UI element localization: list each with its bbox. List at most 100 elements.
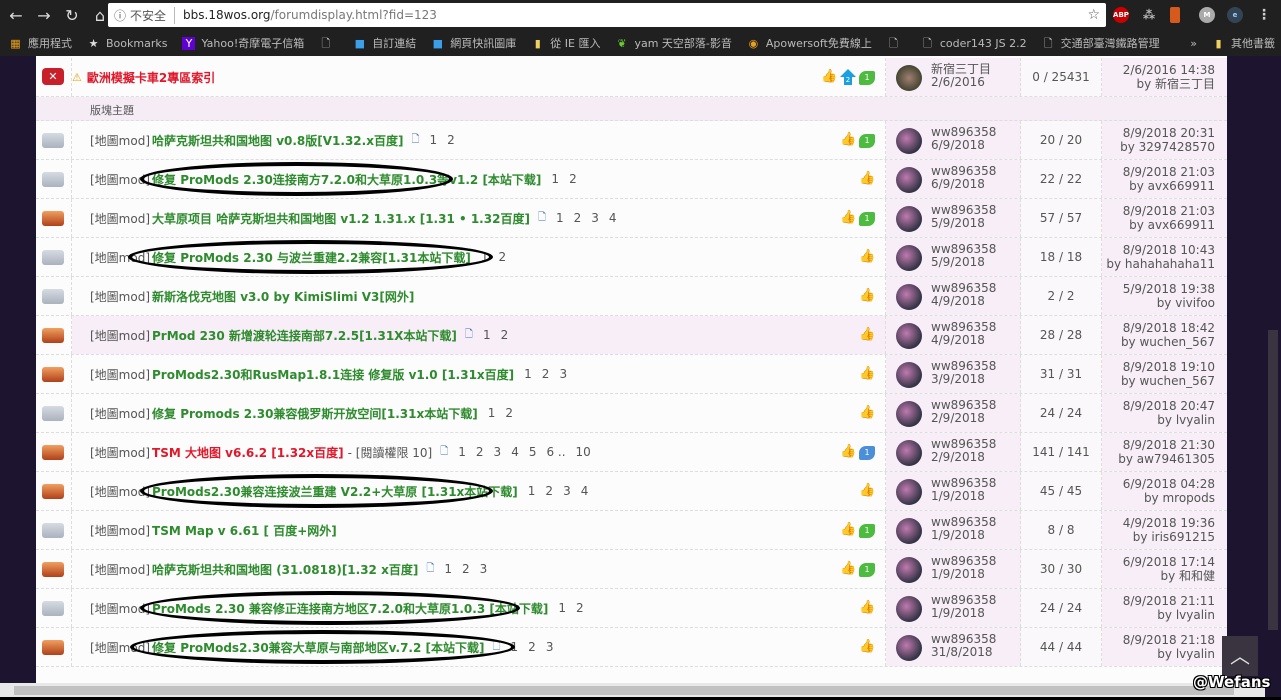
bookmark-item[interactable]: 🗋 bbox=[887, 37, 906, 50]
last-post-time[interactable]: 8/9/2018 21:03 bbox=[1102, 165, 1215, 179]
last-post-by[interactable]: by avx669911 bbox=[1102, 179, 1215, 193]
page-link[interactable]: 1 bbox=[483, 328, 491, 342]
avatar[interactable] bbox=[896, 245, 922, 271]
bookmark-item[interactable]: 🗋 bbox=[319, 37, 338, 50]
info-icon[interactable]: ⓘ bbox=[114, 7, 126, 24]
page-link[interactable]: 2 bbox=[528, 640, 536, 654]
thread-prefix[interactable]: [地圖mod] bbox=[90, 132, 150, 149]
thread-row[interactable]: [地圖mod] 新斯洛伐克地图 v3.0 by KimiSlimi V3[网外] 👍… bbox=[36, 277, 1227, 316]
last-post-by[interactable]: by hahahahaha11 bbox=[1102, 257, 1215, 271]
last-post-by[interactable]: by lvyalin bbox=[1102, 647, 1215, 661]
page-link[interactable]: 2 bbox=[545, 484, 553, 498]
last-post-by[interactable]: by wuchen_567 bbox=[1102, 374, 1215, 388]
avatar[interactable] bbox=[896, 479, 922, 505]
page-link[interactable]: 3 bbox=[494, 445, 502, 459]
dropbox-icon[interactable]: ⁂ bbox=[1141, 7, 1157, 23]
page-link[interactable]: 1 bbox=[444, 562, 452, 576]
bookmark-item[interactable]: Y Yahoo!奇摩電子信箱 bbox=[182, 35, 304, 51]
bookmark-item[interactable]: 🗋 交通部臺灣鐵路管理 bbox=[1042, 35, 1160, 51]
thread-row[interactable]: [地圖mod] 修复 ProMods 2.30 与波兰重建2.2兼容[1.31本站… bbox=[36, 238, 1227, 277]
other-bookmarks-folder[interactable]: ▮ 其他書籤 bbox=[1212, 35, 1275, 51]
back-icon[interactable]: ← bbox=[4, 6, 28, 25]
avatar[interactable] bbox=[896, 65, 922, 91]
last-post-by[interactable]: by avx669911 bbox=[1102, 218, 1215, 232]
last-post-by[interactable]: by 新宿三丁目 bbox=[1102, 77, 1215, 91]
thread-row[interactable]: [地圖mod] ProMods2.30兼容连接波兰重建 V2.2+大草原 [1.3… bbox=[36, 472, 1227, 511]
avatar[interactable] bbox=[896, 206, 922, 232]
avatar[interactable] bbox=[896, 401, 922, 427]
thread-prefix[interactable]: [地圖mod] bbox=[90, 249, 150, 266]
last-post-by[interactable]: by 和和健 bbox=[1102, 569, 1215, 583]
avatar[interactable] bbox=[896, 635, 922, 661]
page-link[interactable]: 3 bbox=[546, 640, 554, 654]
last-post-time[interactable]: 8/9/2018 20:31 bbox=[1102, 126, 1215, 140]
last-post-by[interactable]: by vivifoo bbox=[1102, 296, 1215, 310]
avatar[interactable] bbox=[896, 128, 922, 154]
thread-title-link[interactable]: 修复 ProMods2.30兼容大草原与南部地区v.7.2 [本站下载] bbox=[152, 639, 484, 656]
page-link[interactable]: 3 bbox=[591, 211, 599, 225]
last-post-time[interactable]: 8/9/2018 20:47 bbox=[1102, 399, 1215, 413]
thread-row[interactable]: [地圖mod] 修复 Promods 2.30兼容俄罗斯开放空间[1.31x本站下… bbox=[36, 394, 1227, 433]
last-post-time[interactable]: 8/9/2018 18:42 bbox=[1102, 321, 1215, 335]
thread-row[interactable]: [地圖mod] PrMod 230 新增渡轮连接南部7.2.5[1.31X本站下载… bbox=[36, 316, 1227, 355]
last-post-by[interactable]: by aw79461305 bbox=[1102, 452, 1215, 466]
last-post-by[interactable]: by mropods bbox=[1102, 491, 1215, 505]
page-link[interactable]: 3 bbox=[559, 367, 567, 381]
last-post-time[interactable]: 8/9/2018 10:43 bbox=[1102, 243, 1215, 257]
bookmark-item[interactable]: ▮ 從 IE 匯入 bbox=[531, 35, 601, 51]
page-link[interactable]: 2 bbox=[462, 562, 470, 576]
last-post-by[interactable]: by lvyalin bbox=[1102, 413, 1215, 427]
more-bookmarks-button[interactable]: » bbox=[1190, 37, 1197, 50]
bookmark-star-icon[interactable]: ☆ bbox=[1087, 7, 1100, 23]
menu-icon[interactable]: ⋮ bbox=[1256, 7, 1272, 23]
thread-row[interactable]: [地圖mod] TSM 大地图 v6.6.2 [1.32x百度] - [閱讀權限 1… bbox=[36, 433, 1227, 472]
page-link[interactable]: 6 .. bbox=[546, 445, 565, 459]
page-link[interactable]: 2 bbox=[576, 601, 584, 615]
avatar[interactable] bbox=[896, 167, 922, 193]
last-post-time[interactable]: 8/9/2018 21:11 bbox=[1102, 594, 1215, 608]
thread-prefix[interactable]: [地圖mod] bbox=[90, 600, 150, 617]
e-extension-icon[interactable]: e bbox=[1227, 7, 1243, 23]
page-link[interactable]: 1 bbox=[556, 211, 564, 225]
avatar[interactable] bbox=[896, 284, 922, 310]
page-link[interactable]: 2 bbox=[476, 445, 484, 459]
page-link[interactable]: 2 bbox=[447, 133, 455, 147]
bookmark-item[interactable]: 🗋 coder143 JS 2.2 bbox=[921, 37, 1027, 50]
page-link[interactable]: 3 bbox=[480, 562, 488, 576]
thread-row[interactable]: [地圖mod] 哈萨克斯坦共和国地图 v0.8版[V1.32.x百度] 🗋 1 2 👍 1 w… bbox=[36, 121, 1227, 160]
avatar[interactable] bbox=[896, 557, 922, 583]
thread-title-link[interactable]: PrMod 230 新增渡轮连接南部7.2.5[1.31X本站下载] bbox=[152, 327, 457, 344]
vertical-scrollbar-thumb[interactable] bbox=[1268, 330, 1278, 630]
thread-title-link[interactable]: TSM Map v 6.61 [ 百度+网外] bbox=[152, 522, 337, 539]
thread-title-link[interactable]: ProMods2.30和RusMap1.8.1连接 修复版 v1.0 [1.31… bbox=[152, 366, 514, 383]
thread-title-link[interactable]: 修复 Promods 2.30兼容俄罗斯开放空间[1.31x本站下载] bbox=[152, 405, 478, 422]
thread-title-link[interactable]: 修复 ProMods 2.30 与波兰重建2.2兼容[1.31本站下载] bbox=[152, 249, 471, 266]
last-post-time[interactable]: 8/9/2018 21:03 bbox=[1102, 204, 1215, 218]
thread-row[interactable]: [地圖mod] 哈萨克斯坦共和国地图 (31.0818)[1.32 x百度] 🗋 1 2… bbox=[36, 550, 1227, 589]
bookmark-item[interactable]: ❦ yam 天空部落-影音 bbox=[615, 35, 732, 51]
last-post-time[interactable]: 8/9/2018 19:10 bbox=[1102, 360, 1215, 374]
avatar[interactable] bbox=[896, 440, 922, 466]
thread-prefix[interactable]: [地圖mod] bbox=[90, 405, 150, 422]
thread-row[interactable]: [地圖mod] 大草原项目 哈萨克斯坦共和国地图 v1.2 1.31.x [1.3… bbox=[36, 199, 1227, 238]
page-link[interactable]: 1 bbox=[551, 172, 559, 186]
page-link[interactable]: 1 bbox=[528, 484, 536, 498]
thread-prefix[interactable]: [地圖mod] bbox=[90, 171, 150, 188]
last-post-by[interactable]: by wuchen_567 bbox=[1102, 335, 1215, 349]
thread-prefix[interactable]: [地圖mod] bbox=[90, 483, 150, 500]
thread-row[interactable]: [地圖mod] 修复 ProMods 2.30连接南方7.2.0和大草原1.0.3… bbox=[36, 160, 1227, 199]
page-link[interactable]: 1 bbox=[429, 133, 437, 147]
page-link[interactable]: 1 bbox=[488, 406, 496, 420]
thread-title-link[interactable]: ProMods2.30兼容连接波兰重建 V2.2+大草原 [1.31x本站下载] bbox=[152, 483, 518, 500]
page-link[interactable]: 3 bbox=[563, 484, 571, 498]
horizontal-scrollbar-thumb[interactable] bbox=[14, 686, 1234, 695]
page-link[interactable]: 1 bbox=[558, 601, 566, 615]
thread-title-link[interactable]: TSM 大地图 v6.6.2 [1.32x百度] bbox=[152, 444, 344, 461]
thread-prefix[interactable]: [地圖mod] bbox=[90, 444, 150, 461]
last-post-time[interactable]: 8/9/2018 21:30 bbox=[1102, 438, 1215, 452]
thread-row[interactable]: [地圖mod] ProMods 2.30 兼容修正连接南方地区7.2.0和大草原1… bbox=[36, 589, 1227, 628]
office-icon[interactable] bbox=[1170, 7, 1180, 23]
thread-prefix[interactable]: [地圖mod] bbox=[90, 366, 150, 383]
page-link[interactable]: 4 bbox=[581, 484, 589, 498]
bookmark-item[interactable]: ▦ 應用程式 bbox=[9, 35, 72, 51]
